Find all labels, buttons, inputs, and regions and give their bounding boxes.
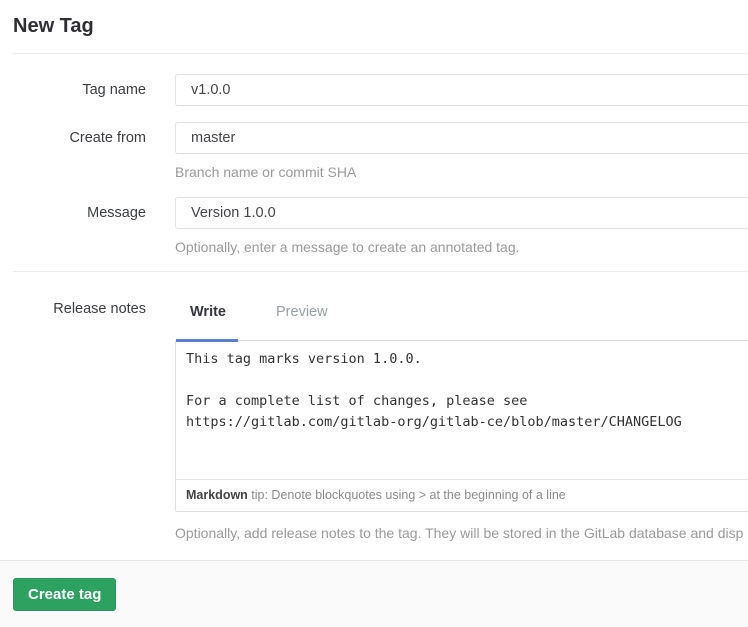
create-from-help: Branch name or commit SHA <box>175 164 748 181</box>
create-from-row: Create from Branch name or commit SHA <box>0 122 748 181</box>
create-from-label: Create from <box>0 122 146 147</box>
title-divider <box>13 53 748 54</box>
release-notes-label: Release notes <box>0 298 146 318</box>
message-input[interactable] <box>175 197 748 229</box>
tab-write[interactable]: Write <box>175 302 241 322</box>
release-notes-textarea[interactable]: This tag marks version 1.0.0. For a comp… <box>176 341 748 480</box>
tag-name-label: Tag name <box>0 74 146 99</box>
section-divider <box>13 271 748 272</box>
tag-name-row: Tag name <box>0 74 748 106</box>
message-help: Optionally, enter a message to create an… <box>175 239 748 256</box>
active-tab-indicator <box>176 339 238 342</box>
release-notes-row: Release notes Write Preview This tag mar… <box>0 298 748 542</box>
page-title: New Tag <box>0 0 748 38</box>
markdown-tabs: Write Preview <box>175 298 748 326</box>
tag-name-input[interactable] <box>175 74 748 106</box>
markdown-tip-word: Markdown <box>186 488 248 502</box>
markdown-tip-bar: Markdown tip: Denote blockquotes using >… <box>176 480 748 511</box>
message-label: Message <box>0 197 146 222</box>
new-tag-form: Tag name Create from Branch name or comm… <box>0 74 748 542</box>
create-tag-button[interactable]: Create tag <box>13 578 116 611</box>
release-notes-help: Optionally, add release notes to the tag… <box>175 525 748 542</box>
markdown-tip-text: tip: Denote blockquotes using > at the b… <box>248 488 566 502</box>
create-from-input[interactable] <box>175 122 748 154</box>
markdown-editor-area: This tag marks version 1.0.0. For a comp… <box>175 340 748 512</box>
message-row: Message Optionally, enter a message to c… <box>0 197 748 256</box>
tab-preview[interactable]: Preview <box>261 302 343 322</box>
form-actions: Create tag <box>0 560 748 627</box>
